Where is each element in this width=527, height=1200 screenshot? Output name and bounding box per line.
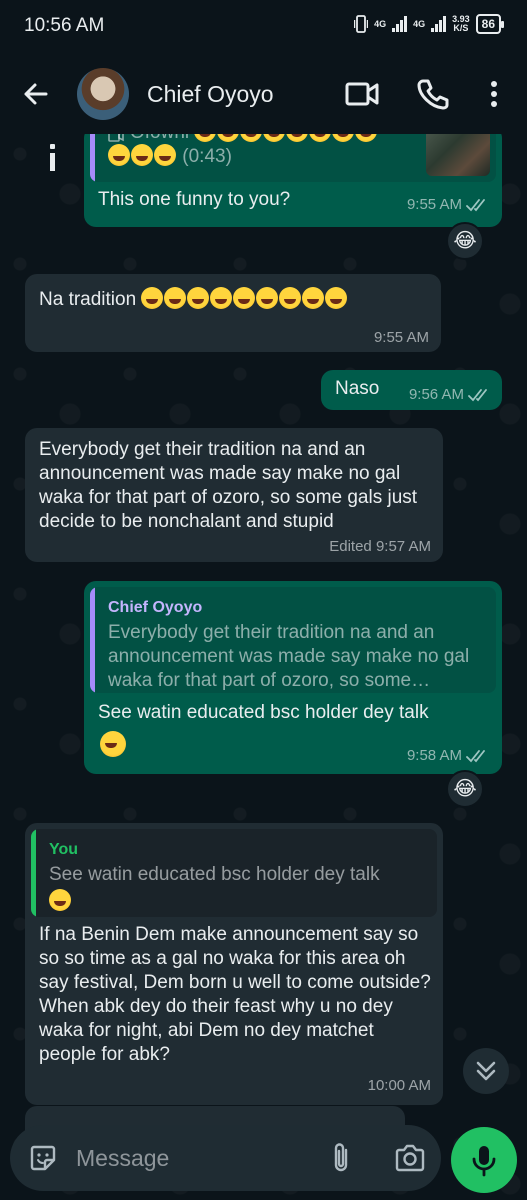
message-time: 9:57 AM (375, 538, 431, 555)
message-meta: Edited 9:57 AM (329, 538, 431, 555)
quote-title: Ofowhi (130, 134, 189, 143)
sticker-button[interactable] (28, 1143, 58, 1173)
message-meta: 9:55 AM (407, 196, 488, 213)
network-speed: 3.93 K/S (452, 15, 470, 33)
signal-icon (431, 16, 447, 32)
quote-bar (90, 134, 95, 182)
read-ticks-icon (466, 199, 485, 212)
quote-duration: (0:43) (182, 146, 232, 167)
contact-avatar[interactable] (77, 68, 129, 120)
message-outgoing[interactable]: Naso 9:56 AM (321, 370, 502, 410)
message-outgoing[interactable]: Chief Oyoyo Everybody get their traditio… (84, 581, 502, 774)
info-icon (50, 144, 56, 172)
more-vert-icon (491, 81, 497, 107)
video-call-icon (345, 82, 379, 106)
read-ticks-icon (466, 750, 485, 763)
sticker-icon (30, 1145, 56, 1171)
quoted-video[interactable]: Ofowhi (0:43) (90, 134, 496, 182)
message-text: This one funny to you? (98, 189, 291, 210)
message-text: Naso (335, 378, 380, 399)
voice-call-button[interactable] (414, 76, 450, 112)
camera-button[interactable] (393, 1142, 427, 1174)
signal-icon (392, 16, 408, 32)
network-type-2: 4G (413, 18, 426, 29)
quote-text: Everybody get their tradition na and an … (108, 622, 470, 691)
more-options-button[interactable] (480, 76, 508, 112)
back-arrow-icon (24, 83, 48, 105)
quoted-message[interactable]: You See watin educated bsc holder dey ta… (31, 829, 437, 917)
scroll-to-bottom-button[interactable] (463, 1048, 509, 1094)
message-text: See watin educated bsc holder dey talk (98, 702, 429, 723)
laughing-emoji (100, 731, 126, 757)
network-type-1: 4G (374, 18, 387, 29)
emoji-row (141, 287, 348, 310)
edited-label: Edited (329, 538, 372, 555)
message-outgoing[interactable]: Ofowhi (0:43) This one funny to you? 9:5… (84, 134, 502, 227)
reaction-badge[interactable]: 😂 (446, 222, 484, 260)
message-time: 10:00 AM (367, 1077, 431, 1094)
chat-area[interactable]: Ofowhi (0:43) This one funny to you? 9:5… (0, 134, 527, 1200)
phone-icon (417, 79, 449, 110)
message-input[interactable] (76, 1141, 296, 1175)
camera-icon (395, 1144, 425, 1172)
attach-icon (334, 1143, 348, 1172)
quote-bar (90, 587, 95, 693)
message-incoming[interactable]: Everybody get their tradition na and an … (25, 428, 443, 562)
status-bar: 10:56 AM 4G 4G 3.93 K/S 86 (0, 0, 527, 54)
status-indicators: 4G 4G 3.93 K/S 86 (354, 14, 505, 34)
reaction-badge[interactable]: 😂 (446, 770, 484, 808)
message-text: If na Benin Dem make announcement say so… (39, 924, 431, 1065)
message-composer (10, 1125, 441, 1191)
mic-button[interactable] (451, 1127, 517, 1193)
laughing-emoji (49, 889, 71, 911)
quoted-message[interactable]: Chief Oyoyo Everybody get their traditio… (90, 587, 496, 693)
message-meta: 9:58 AM (407, 747, 488, 764)
status-time: 10:56 AM (24, 15, 105, 36)
message-time: 9:56 AM (408, 386, 464, 403)
message-time: 9:58 AM (406, 747, 462, 764)
back-button[interactable] (18, 76, 54, 112)
message-incoming[interactable]: Na tradition 9:55 AM (25, 274, 441, 352)
message-text-content: Na tradition (39, 289, 137, 310)
mic-icon (472, 1146, 496, 1177)
message-text: Everybody get their tradition na and an … (39, 439, 418, 532)
read-ticks-icon (468, 389, 487, 402)
message-time: 9:55 AM (406, 196, 462, 213)
vibrate-icon (354, 15, 369, 33)
message-time: 9:55 AM (373, 329, 429, 346)
network-speed-unit: K/S (453, 23, 469, 33)
quote-text: See watin educated bsc holder dey talk (49, 864, 380, 885)
chevron-double-down-icon (476, 1061, 496, 1081)
quote-author: You (49, 841, 79, 858)
message-meta: 9:56 AM (409, 386, 490, 403)
battery-indicator: 86 (475, 14, 505, 34)
contact-name[interactable]: Chief Oyoyo (147, 81, 274, 108)
message-incoming[interactable]: You See watin educated bsc holder dey ta… (25, 823, 443, 1105)
chat-header: Chief Oyoyo (0, 54, 527, 134)
video-thumbnail[interactable] (426, 134, 490, 176)
quote-bar (31, 829, 36, 917)
attach-button[interactable] (326, 1141, 356, 1175)
message-text: Na tradition (39, 287, 429, 312)
video-icon (108, 134, 124, 142)
video-call-button[interactable] (344, 78, 380, 110)
quoted-video-duration-line: (0:43) (108, 144, 358, 169)
quote-author: Chief Oyoyo (108, 599, 203, 616)
